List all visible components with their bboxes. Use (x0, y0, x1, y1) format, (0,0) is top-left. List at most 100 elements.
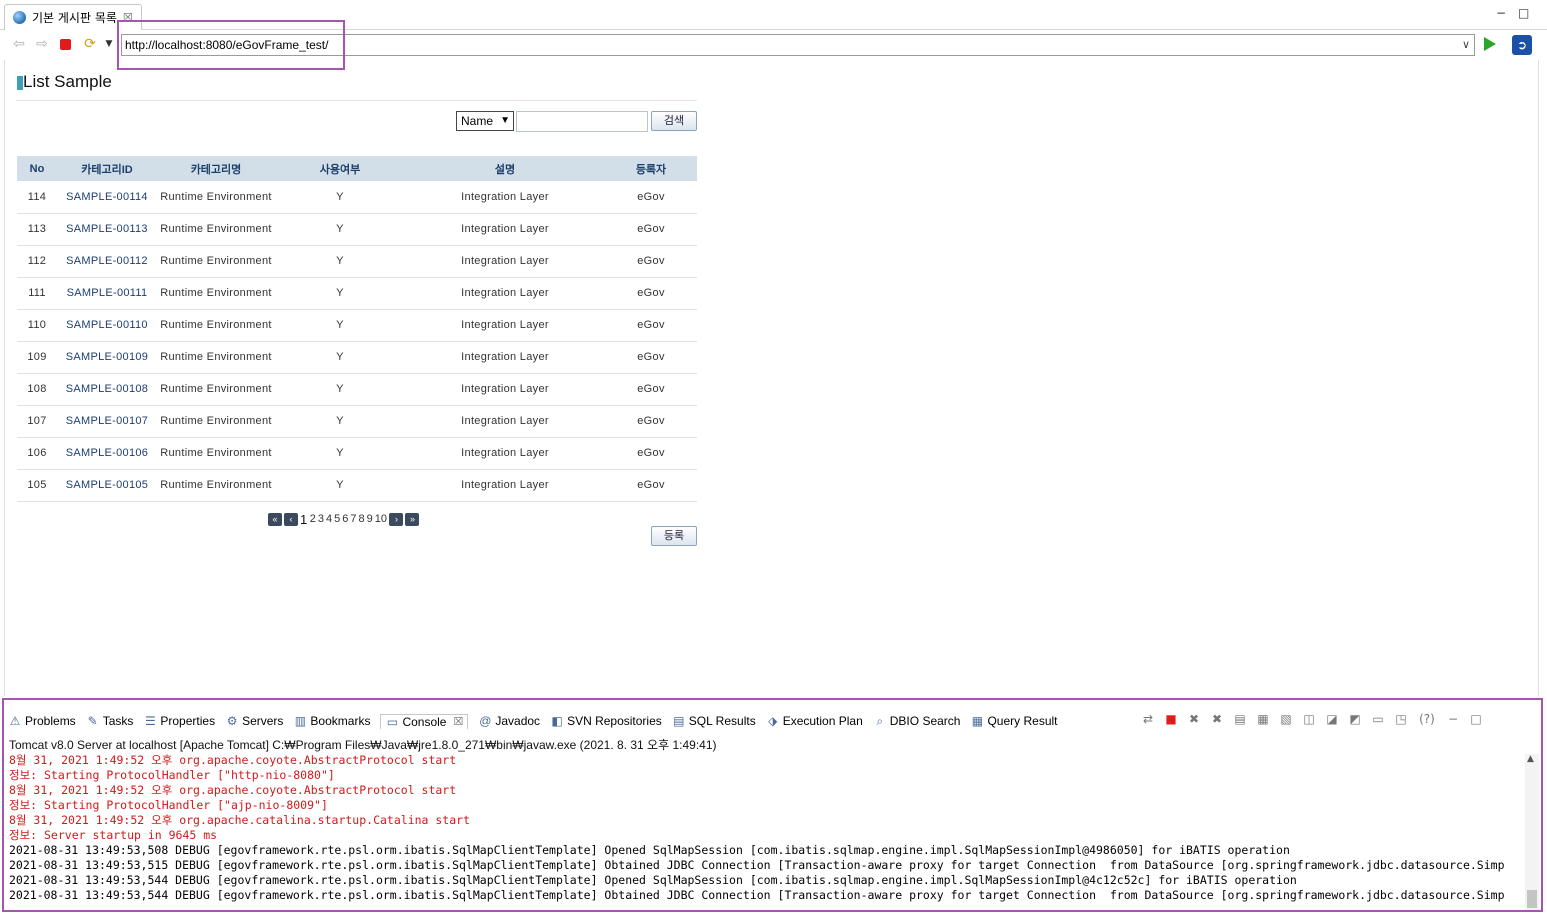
forward-arrow-icon[interactable]: ⇨ (34, 36, 50, 52)
page-link[interactable]: 2 (309, 513, 316, 525)
chevron-down-icon: ▼ (500, 115, 510, 126)
clear-console-icon[interactable]: ▤ (1232, 712, 1248, 726)
chevron-down-icon[interactable]: ∨ (1462, 35, 1470, 55)
search-button[interactable]: 검색 (651, 111, 697, 131)
search-type-select[interactable]: Name ▼ (456, 111, 514, 131)
page-link[interactable]: 9 (366, 513, 373, 525)
console-line: 2021-08-31 13:49:53,544 DEBUG [egovframe… (9, 873, 1297, 887)
table-row[interactable]: 113 SAMPLE-00113 Runtime Environment Y Integ… (17, 213, 697, 246)
row-category-id[interactable]: SAMPLE-00114 (57, 181, 157, 214)
row-description: Integration Layer (405, 309, 605, 342)
back-arrow-icon[interactable]: ⇦ (11, 36, 27, 52)
stop-icon[interactable] (60, 39, 71, 50)
prev-page-icon[interactable]: ‹ (284, 512, 298, 526)
tab-dbio-search[interactable]: ⌕ DBIO Search (873, 714, 960, 728)
table-row[interactable]: 112 SAMPLE-00112 Runtime Environment Y Integ… (17, 245, 697, 278)
tab-svn-repositories[interactable]: ◧ SVN Repositories (550, 714, 661, 728)
tab-sql-results[interactable]: ▤ SQL Results (672, 714, 756, 728)
table-row[interactable]: 106 SAMPLE-00106 Runtime Environment Y Integ… (17, 437, 697, 470)
table-row[interactable]: 105 SAMPLE-00105 Runtime Environment Y Integ… (17, 469, 697, 502)
pin-console-icon[interactable]: ⇄ (1140, 712, 1156, 726)
col-header-category-name: 카테고리명 (157, 156, 275, 181)
tab-query-result[interactable]: ▦ Query Result (970, 714, 1058, 728)
scroll-lock-icon[interactable]: ▦ (1255, 712, 1271, 726)
first-page-icon[interactable]: « (268, 512, 282, 526)
tab-servers[interactable]: ⚙ Servers (225, 714, 284, 728)
open-console-icon[interactable]: ◳ (1393, 712, 1409, 726)
row-category-id[interactable]: SAMPLE-00105 (57, 469, 157, 502)
page-link[interactable]: 7 (350, 513, 357, 525)
table-row[interactable]: 114 SAMPLE-00114 Runtime Environment Y Integ… (17, 181, 697, 214)
console-output[interactable]: 8월 31, 2021 1:49:52 오후 org.apache.coyote… (9, 753, 1521, 909)
table-row[interactable]: 110 SAMPLE-00110 Runtime Environment Y Integ… (17, 309, 697, 342)
minimize-icon[interactable]: − (1445, 712, 1461, 726)
row-category-id[interactable]: SAMPLE-00110 (57, 309, 157, 342)
tab-properties[interactable]: ☰ Properties (143, 714, 215, 728)
search-type-value: Name (461, 114, 494, 128)
word-wrap-icon[interactable]: ▧ (1278, 712, 1294, 726)
row-use-yn: Y (275, 373, 405, 406)
chevron-down-icon[interactable]: ▼ (101, 36, 117, 52)
tab-label: Query Result (987, 714, 1058, 728)
display-console-icon[interactable]: ▭ (1370, 712, 1386, 726)
external-browser-icon[interactable]: ➲ (1512, 35, 1532, 55)
tab-problems[interactable]: ⚠ Problems (8, 714, 76, 728)
close-icon[interactable]: ☒ (453, 715, 463, 728)
remove-all-icon[interactable]: ✖ (1209, 712, 1225, 726)
row-category-id[interactable]: SAMPLE-00107 (57, 405, 157, 438)
row-category-id[interactable]: SAMPLE-00109 (57, 341, 157, 374)
chevron-up-icon[interactable]: ▲ (1527, 754, 1534, 764)
console-scrollbar[interactable]: ▲ (1525, 754, 1539, 910)
maximize-icon[interactable]: □ (1468, 712, 1484, 726)
tab-javadoc[interactable]: @ Javadoc (478, 714, 540, 728)
tab-console[interactable]: ▭ Console ☒ (380, 713, 469, 729)
console-line: 8월 31, 2021 1:49:52 오후 org.apache.catali… (9, 813, 471, 827)
row-category-id[interactable]: SAMPLE-00111 (57, 277, 157, 310)
pin-icon[interactable]: ◩ (1347, 712, 1363, 726)
scrollbar-thumb[interactable] (1527, 890, 1537, 908)
tab-bookmarks[interactable]: ▥ Bookmarks (293, 714, 371, 728)
svn-icon: ◧ (551, 714, 563, 728)
table-row[interactable]: 111 SAMPLE-00111 Runtime Environment Y Integ… (17, 277, 697, 310)
table-row[interactable]: 107 SAMPLE-00107 Runtime Environment Y Integ… (17, 405, 697, 438)
bookmarks-icon: ▥ (294, 714, 307, 728)
page-link[interactable]: 10 (374, 513, 387, 525)
search-input[interactable] (516, 111, 648, 132)
table-row[interactable]: 109 SAMPLE-00109 Runtime Environment Y Integ… (17, 341, 697, 374)
remove-launch-icon[interactable]: ✖ (1186, 712, 1202, 726)
row-description: Integration Layer (405, 341, 605, 374)
page-title: List Sample (23, 72, 112, 91)
next-page-icon[interactable]: › (389, 512, 404, 526)
tab-execution-plan[interactable]: ⬗ Execution Plan (766, 714, 863, 728)
row-category-id[interactable]: SAMPLE-00112 (57, 245, 157, 278)
console-line: 8월 31, 2021 1:49:52 오후 org.apache.coyote… (9, 753, 457, 767)
refresh-icon[interactable]: ⟳ (82, 36, 98, 52)
terminate-icon[interactable]: ■ (1163, 712, 1179, 726)
row-category-id[interactable]: SAMPLE-00113 (57, 213, 157, 246)
row-use-yn: Y (275, 341, 405, 374)
maximize-icon[interactable]: □ (1518, 6, 1529, 20)
page-link[interactable]: 4 (325, 513, 332, 525)
register-button[interactable]: 등록 (651, 526, 697, 546)
console-icon: ▭ (386, 714, 399, 729)
row-description: Integration Layer (405, 373, 605, 406)
show-stdout-icon[interactable]: ◫ (1301, 712, 1317, 726)
row-description: Integration Layer (405, 181, 605, 214)
page-link[interactable]: 8 (358, 513, 365, 525)
tab-tasks[interactable]: ✎ Tasks (86, 714, 134, 728)
help-icon[interactable]: (?) (1416, 712, 1438, 726)
table-row[interactable]: 108 SAMPLE-00108 Runtime Environment Y Integ… (17, 373, 697, 406)
minimize-icon[interactable]: − (1496, 6, 1506, 20)
last-page-icon[interactable]: » (405, 512, 420, 526)
go-icon[interactable] (1484, 37, 1496, 51)
row-category-name: Runtime Environment (157, 469, 275, 502)
page-link[interactable]: 5 (334, 513, 341, 525)
page-link[interactable]: 6 (342, 513, 349, 525)
show-stderr-icon[interactable]: ◪ (1324, 712, 1340, 726)
row-category-id[interactable]: SAMPLE-00108 (57, 373, 157, 406)
row-category-name: Runtime Environment (157, 341, 275, 374)
row-category-id[interactable]: SAMPLE-00106 (57, 437, 157, 470)
page-link[interactable]: 3 (317, 513, 324, 525)
console-toolbar: ⇄ ■ ✖ ✖ ▤ ▦ ▧ ◫ ◪ ◩ ▭ ◳ (?) − □ (1140, 712, 1484, 726)
page-numbers: 2 3 4 5 6 7 8 9 10 (309, 513, 387, 525)
